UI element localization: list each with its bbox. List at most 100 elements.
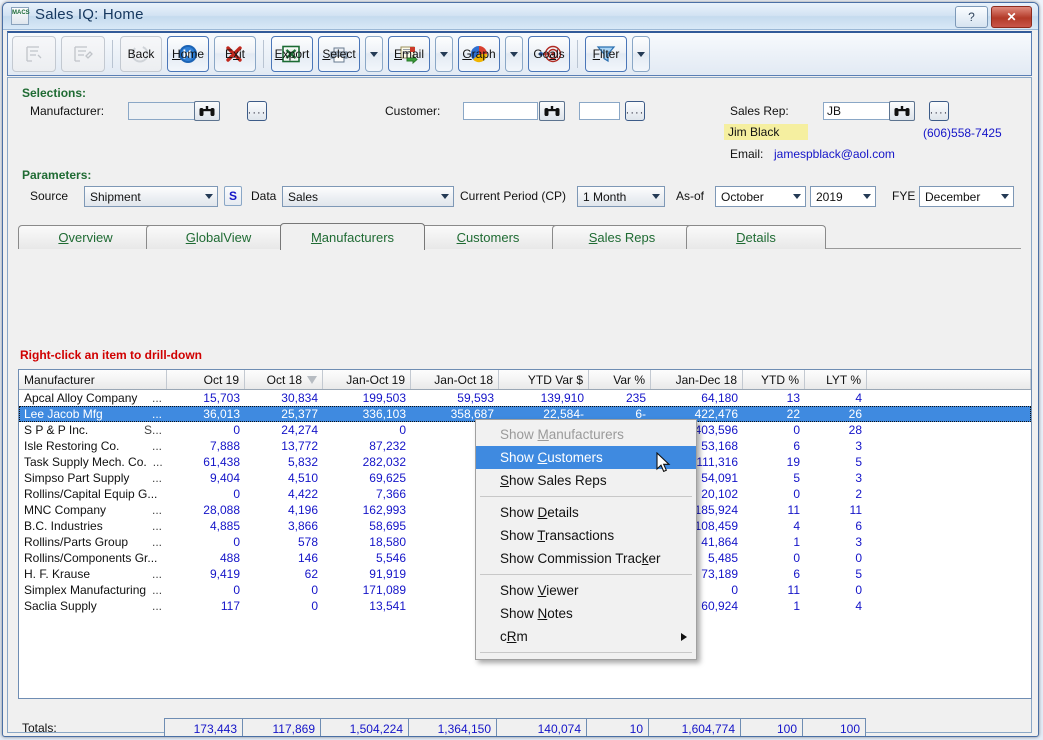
menu-item-label: Show Manufacturers bbox=[500, 427, 624, 442]
manufacturer-input[interactable] bbox=[128, 102, 200, 120]
value-cell: 69,625 bbox=[369, 471, 406, 485]
menu-item-show-sales-reps[interactable]: Show Sales Reps bbox=[476, 469, 696, 492]
manufacturer-label: Manufacturer: bbox=[30, 104, 105, 118]
manufacturer-lookup-button[interactable] bbox=[194, 101, 220, 121]
current-period-select[interactable]: 1 Month bbox=[577, 186, 665, 207]
tab-customers[interactable]: Customers bbox=[418, 225, 558, 249]
manufacturer-name: Rollins/Components Gr... bbox=[24, 551, 158, 565]
grid-header-cell[interactable]: Var % bbox=[589, 370, 651, 389]
s-toggle-button[interactable]: S bbox=[224, 186, 242, 206]
value-cell: 488 bbox=[219, 551, 240, 565]
submenu-arrow-icon bbox=[681, 632, 687, 641]
customer-lookup-button[interactable] bbox=[539, 101, 565, 121]
goals-button[interactable]: Goals bbox=[528, 36, 570, 72]
asof-year-select[interactable]: 2019 bbox=[810, 186, 876, 207]
tab-details[interactable]: Details bbox=[686, 225, 826, 249]
menu-item-show-notes[interactable]: Show Notes bbox=[476, 602, 696, 625]
value-cell: 5 bbox=[793, 471, 800, 485]
value-cell: 5,832 bbox=[287, 455, 318, 469]
value-cell: 4 bbox=[855, 599, 862, 613]
grid-header-cell[interactable]: YTD % bbox=[743, 370, 805, 389]
menu-item-label: Show Details bbox=[500, 505, 579, 520]
row-filler bbox=[867, 534, 1031, 550]
value-cell: 0 bbox=[855, 551, 862, 565]
select-dropdown-button[interactable] bbox=[365, 36, 383, 72]
select-label: Select bbox=[322, 47, 356, 61]
customer-more-button[interactable]: ···· bbox=[625, 101, 645, 121]
grid-header-cell[interactable]: Jan-Oct 19 bbox=[323, 370, 411, 389]
manufacturer-name: Simplex Manufacturing bbox=[24, 583, 147, 597]
asof-month-select[interactable]: October bbox=[715, 186, 806, 207]
overflow-dots: S... bbox=[143, 423, 162, 437]
grid-header-cell[interactable]: Jan-Dec 18 bbox=[651, 370, 743, 389]
overflow-dots: ... bbox=[151, 535, 162, 549]
value-cell: 9,404 bbox=[209, 471, 240, 485]
grid-header-cell[interactable]: Oct 18 bbox=[245, 370, 323, 389]
tab-overview[interactable]: Overview bbox=[18, 225, 153, 249]
fye-select[interactable]: December bbox=[919, 186, 1014, 207]
row-filler bbox=[867, 550, 1031, 566]
manufacturer-more-button[interactable]: ···· bbox=[247, 101, 267, 121]
graph-dropdown-button[interactable] bbox=[505, 36, 523, 72]
export-button[interactable]: Export bbox=[271, 36, 313, 72]
value-cell: 139,910 bbox=[540, 391, 584, 405]
grid-header: Manufacturer Oct 19 Oct 18 Jan-Oct 19 Jan-Oc… bbox=[19, 370, 1031, 390]
value-cell: 0 bbox=[399, 423, 406, 437]
value-cell: 36,013 bbox=[203, 407, 240, 421]
report-edit-icon-button-2 bbox=[61, 36, 105, 72]
menu-item-label: Show Sales Reps bbox=[500, 473, 607, 488]
value-cell: 2 bbox=[855, 487, 862, 501]
fye-label: FYE bbox=[892, 189, 916, 203]
manufacturer-cell: Rollins/Capital Equip G... bbox=[19, 486, 167, 502]
grid-header-cell[interactable]: YTD Var $ bbox=[499, 370, 589, 389]
menu-item-show-viewer[interactable]: Show Viewer bbox=[476, 579, 696, 602]
home-button[interactable]: Home bbox=[167, 36, 209, 72]
menu-item-show-commission-tracker[interactable]: Show Commission Tracker bbox=[476, 547, 696, 570]
data-select[interactable]: Sales bbox=[282, 186, 454, 207]
salesrep-more-button[interactable]: ···· bbox=[929, 101, 949, 121]
totals-cell: 1,604,774 bbox=[649, 719, 741, 736]
menu-item-show-transactions[interactable]: Show Transactions bbox=[476, 524, 696, 547]
menu-item-crm[interactable]: cRm bbox=[476, 625, 696, 648]
customer-input[interactable] bbox=[463, 102, 538, 120]
value-cell: 9,419 bbox=[209, 567, 240, 581]
chevron-down-icon bbox=[436, 187, 453, 206]
close-button[interactable]: ✕ bbox=[991, 6, 1032, 28]
email-button[interactable]: Email bbox=[388, 36, 430, 72]
select-button[interactable]: Select bbox=[318, 36, 360, 72]
menu-item-show-manufacturers: Show Manufacturers bbox=[476, 423, 696, 446]
table-row[interactable]: Apcal Alloy Company... 15,703 30,834 199,50… bbox=[19, 390, 1031, 406]
totals-label: Totals: bbox=[22, 721, 57, 735]
totals-cell: 10 bbox=[587, 719, 649, 736]
menu-item-label: Show Commission Tracker bbox=[500, 551, 661, 566]
filter-button[interactable]: Filter bbox=[585, 36, 627, 72]
customer-label: Customer: bbox=[385, 104, 441, 118]
grid-header-cell[interactable]: Jan-Oct 18 bbox=[411, 370, 499, 389]
menu-item-show-customers[interactable]: Show Customers bbox=[476, 446, 696, 469]
menu-item-show-details[interactable]: Show Details bbox=[476, 501, 696, 524]
graph-button[interactable]: Graph bbox=[458, 36, 500, 72]
customer-extra-input[interactable] bbox=[579, 102, 620, 120]
filter-dropdown-button[interactable] bbox=[632, 36, 650, 72]
totals-cell: 1,504,224 bbox=[321, 719, 409, 736]
email-dropdown-button[interactable] bbox=[435, 36, 453, 72]
tab-bar: Overview GlobalView Manufacturers Customers… bbox=[18, 223, 1021, 250]
tab-sales-reps[interactable]: Sales Reps bbox=[552, 225, 692, 249]
value-cell: 1 bbox=[793, 599, 800, 613]
graph-label: Graph bbox=[462, 47, 496, 61]
tab-manufacturers[interactable]: Manufacturers bbox=[280, 223, 425, 250]
salesrep-input[interactable]: JB bbox=[823, 102, 895, 120]
value-cell: 11 bbox=[787, 583, 800, 597]
salesrep-lookup-button[interactable] bbox=[889, 101, 915, 121]
tab-globalview[interactable]: GlobalView bbox=[146, 225, 291, 249]
email-link[interactable]: jamespblack@aol.com bbox=[774, 147, 895, 161]
grid-header-cell[interactable]: Manufacturer bbox=[19, 370, 167, 389]
manufacturer-name: MNC Company bbox=[24, 503, 107, 517]
grid-header-cell[interactable]: LYT % bbox=[805, 370, 867, 389]
grid-header-cell[interactable]: Oct 19 bbox=[167, 370, 245, 389]
help-button[interactable]: ? bbox=[955, 6, 988, 28]
exit-button[interactable]: Exit bbox=[214, 36, 256, 72]
value-cell: 6 bbox=[793, 439, 800, 453]
manufacturer-name: H. F. Krause bbox=[24, 567, 91, 581]
source-select[interactable]: Shipment bbox=[84, 186, 218, 207]
